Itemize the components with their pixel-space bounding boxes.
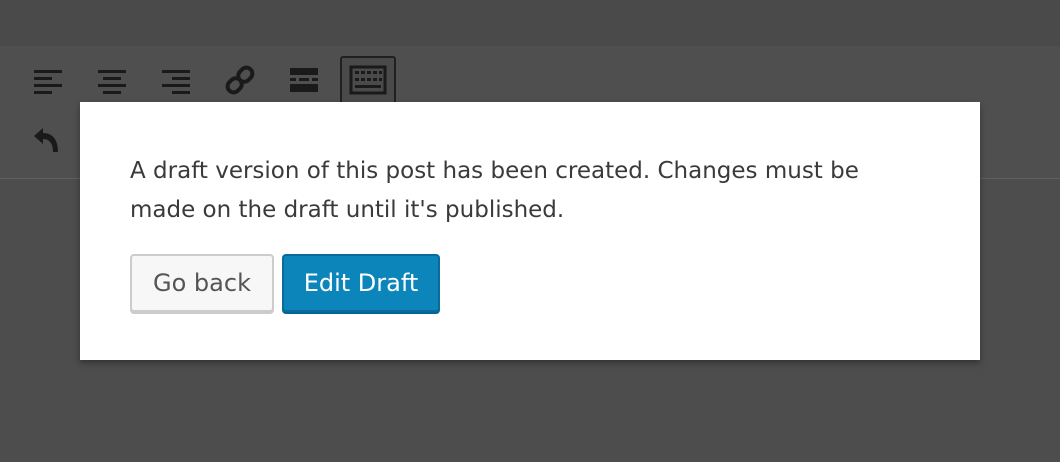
align-left-icon[interactable] [30, 62, 66, 98]
dialog-message: A draft version of this post has been cr… [130, 158, 859, 223]
toolbar-toggle-icon[interactable] [340, 56, 396, 104]
read-more-icon[interactable] [286, 62, 322, 98]
align-right-icon[interactable] [158, 62, 194, 98]
undo-icon[interactable] [26, 122, 62, 158]
go-back-button[interactable]: Go back [130, 254, 274, 312]
align-center-icon[interactable] [94, 62, 130, 98]
draft-created-dialog: A draft version of this post has been cr… [80, 102, 980, 360]
link-icon[interactable] [222, 62, 258, 98]
edit-draft-button[interactable]: Edit Draft [282, 254, 440, 312]
top-bar [0, 0, 1060, 47]
